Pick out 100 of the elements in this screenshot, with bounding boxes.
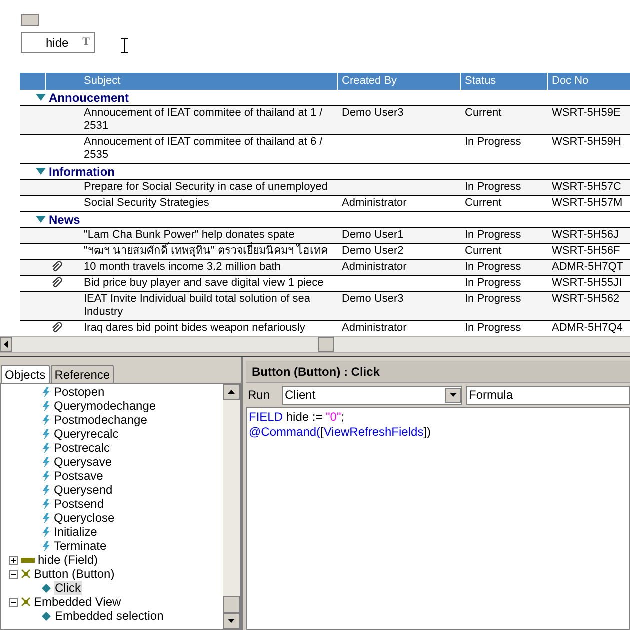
- scroll-thumb[interactable]: [223, 596, 240, 613]
- lightning-icon: [41, 428, 51, 440]
- horizontal-scrollbar[interactable]: [0, 336, 630, 353]
- tree-item[interactable]: Querysave: [54, 455, 112, 469]
- column-header[interactable]: Status: [461, 73, 548, 90]
- left-arrow-icon: [4, 341, 8, 348]
- status-cell: In Progress: [465, 136, 522, 148]
- diamond-icon: [42, 584, 51, 592]
- status-cell: In Progress: [465, 277, 522, 289]
- subject-cell: Prepare for Social Security in case of unemployed: [84, 181, 328, 193]
- category-label: News: [49, 212, 80, 228]
- status-cell: In Progress: [465, 261, 522, 273]
- subject-cell: IEAT Invite Individual build total solution of sea Industry: [84, 293, 310, 318]
- tree-item[interactable]: Querymodechange: [54, 399, 156, 413]
- lightning-icon: [41, 484, 51, 496]
- status-cell: In Progress: [465, 229, 522, 241]
- language-dropdown[interactable]: Formula: [466, 386, 630, 404]
- tree-item[interactable]: Embedded View: [34, 595, 122, 609]
- code-line: FIELD hide := "0";: [249, 410, 346, 425]
- field-icon: [21, 558, 35, 562]
- dropdown-button[interactable]: [445, 388, 461, 402]
- tree-item[interactable]: Embedded selection: [54, 609, 165, 623]
- subject-cell: Annoucement of IEAT commitee of thailand at 6 / 2535: [84, 136, 323, 161]
- lightning-icon: [41, 540, 51, 552]
- paperclip-icon: [51, 261, 63, 273]
- column-header[interactable]: Subject: [46, 73, 338, 90]
- text-type-icon: T: [82, 34, 90, 51]
- run-dropdown[interactable]: Client: [282, 386, 462, 404]
- tree-item[interactable]: Queryclose: [54, 511, 115, 525]
- status-cell: In Progress: [465, 293, 522, 305]
- status-cell: In Progress: [465, 181, 522, 193]
- text-cursor-icon: [121, 38, 128, 54]
- code-line: @Command([ViewRefreshFields]): [249, 425, 432, 440]
- author-cell: Administrator: [342, 197, 407, 209]
- expand-box-icon[interactable]: [9, 556, 18, 564]
- cross-icon: [21, 569, 31, 579]
- tree-item[interactable]: Initialize: [54, 525, 98, 539]
- panel-tab[interactable]: Reference: [50, 365, 114, 383]
- cross-icon: [21, 597, 31, 607]
- lightning-icon: [41, 400, 51, 412]
- vertical-scrollbar[interactable]: [223, 384, 240, 629]
- hide-field[interactable]: hide T: [21, 32, 95, 53]
- author-cell: Administrator: [342, 322, 407, 334]
- doc-no-cell: WSRT-5H57C: [552, 181, 622, 193]
- panel-tab[interactable]: Objects: [1, 365, 50, 383]
- author-cell: Demo User3: [342, 293, 404, 305]
- status-cell: Current: [465, 245, 502, 257]
- doc-no-cell: ADMR-5H7QT: [552, 261, 624, 273]
- tree-item[interactable]: Terminate: [54, 539, 107, 553]
- subject-cell: "Lam Cha Bunk Power" help donates spate: [84, 229, 295, 241]
- author-cell: Demo User1: [342, 229, 404, 241]
- author-cell: Administrator: [342, 261, 407, 273]
- scroll-left-button[interactable]: [0, 337, 12, 352]
- tree-item[interactable]: Querysend: [54, 483, 113, 497]
- lightning-icon: [41, 470, 51, 482]
- column-header[interactable]: Doc No: [548, 73, 630, 90]
- subject-cell: 10 month travels income 3.2 million bath: [84, 261, 281, 273]
- subject-cell: "ฯฒฯ นายสมศักดิ์ เทพสุทิน" ตรวจเยี่ยมนิคมฯ ไฮเทค: [84, 245, 328, 257]
- status-cell: Current: [465, 197, 502, 209]
- subject-cell: Social Security Strategies: [84, 197, 210, 209]
- tree-item[interactable]: Postmodechange: [54, 413, 148, 427]
- tree-item[interactable]: Click: [54, 581, 82, 595]
- paperclip-icon: [51, 277, 63, 289]
- down-arrow-icon: [228, 619, 235, 623]
- tree-item[interactable]: Button (Button): [34, 567, 115, 581]
- lightning-icon: [41, 512, 51, 524]
- scroll-down-button[interactable]: [223, 613, 240, 629]
- subject-cell: Bid price buy player and save digital view 1 piece: [84, 277, 324, 289]
- author-cell: Demo User2: [342, 245, 404, 257]
- form-button[interactable]: [21, 14, 39, 26]
- scroll-up-button[interactable]: [223, 384, 240, 400]
- scroll-thumb[interactable]: [318, 337, 334, 352]
- code-editor[interactable]: FIELD hide := "0"; @Command([ViewRefreshFields]): [246, 407, 630, 630]
- subject-cell: Annoucement of IEAT commitee of thailand at 1 / 2531: [84, 107, 323, 132]
- category-label: Information: [49, 164, 115, 180]
- collapse-box-icon[interactable]: [9, 598, 18, 606]
- tree-item[interactable]: Postopen: [54, 385, 105, 399]
- doc-no-cell: WSRT-5H56J: [552, 229, 620, 241]
- subject-cell: Iraq dares bid point bides weapon nefariously: [84, 322, 306, 334]
- run-label: Run: [248, 387, 272, 404]
- tree-item[interactable]: Queryrecalc: [54, 427, 119, 441]
- doc-no-cell: WSRT-5H55JI: [552, 277, 622, 289]
- doc-no-cell: ADMR-5H7Q4: [552, 322, 623, 334]
- paperclip-icon: [51, 322, 63, 334]
- tree-item[interactable]: Postsave: [54, 469, 104, 483]
- tree-item[interactable]: Postsend: [54, 497, 104, 511]
- lightning-icon: [41, 526, 51, 538]
- author-cell: Demo User3: [342, 107, 404, 119]
- lightning-icon: [41, 442, 51, 454]
- diamond-icon: [42, 612, 51, 620]
- collapse-box-icon[interactable]: [9, 570, 18, 578]
- editor-title-bar: Button (Button) : Click: [246, 361, 630, 383]
- tree-item[interactable]: hide (Field): [38, 553, 98, 567]
- doc-no-cell: WSRT-5H562: [552, 293, 620, 305]
- tree-item[interactable]: Postrecalc: [54, 441, 110, 455]
- category-label: Annoucement: [49, 90, 130, 106]
- column-header[interactable]: Created By: [338, 73, 461, 90]
- doc-no-cell: WSRT-5H56F: [552, 245, 620, 257]
- caret-icon: [450, 393, 456, 397]
- lightning-icon: [41, 456, 51, 468]
